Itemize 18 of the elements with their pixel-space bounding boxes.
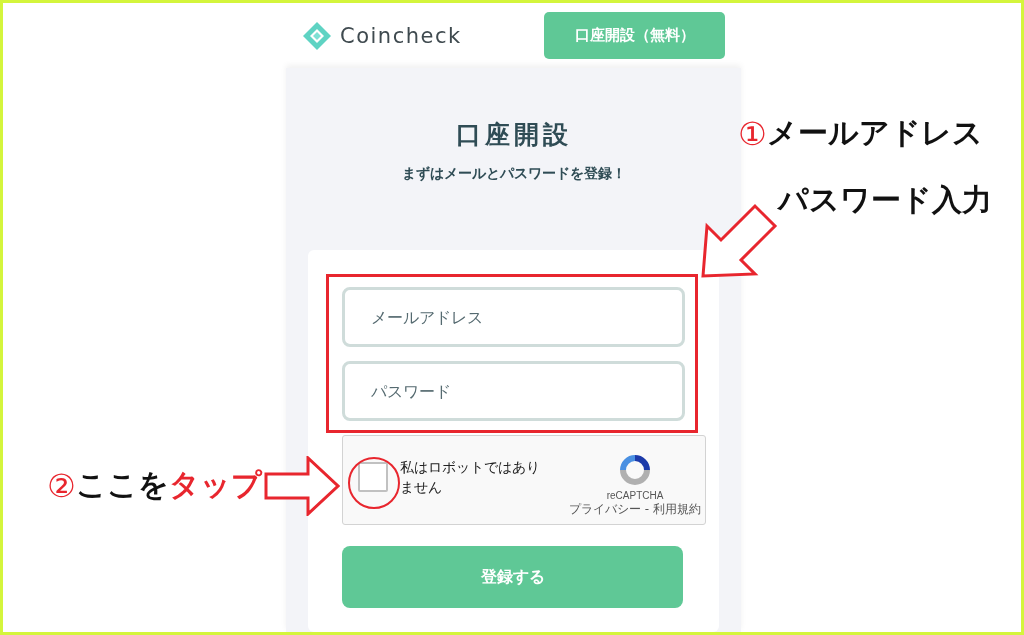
- annotation-text: ここをタップ: [75, 466, 262, 504]
- logo-text: Coincheck: [340, 23, 462, 48]
- privacy-terms-link[interactable]: プライバシー - 利用規約: [569, 502, 701, 517]
- annotation-text: メールアドレス: [766, 114, 983, 152]
- signup-button[interactable]: 口座開設（無料）: [544, 12, 725, 59]
- annotation-text: パスワード入力: [778, 181, 992, 219]
- captcha-label: 私はロボットではありません: [400, 457, 541, 497]
- page-subtitle: まずはメールとパスワードを登録！: [400, 165, 627, 183]
- captcha-checkbox[interactable]: [358, 462, 388, 492]
- step-marker: ②: [47, 466, 76, 505]
- step-marker: ①: [738, 114, 767, 153]
- input-field[interactable]: パスワード: [342, 361, 685, 421]
- highlight-circle: [348, 457, 400, 509]
- recaptcha-brand: reCAPTCHA: [606, 490, 664, 502]
- logo-icon: [302, 20, 332, 51]
- input-field[interactable]: メールアドレス: [342, 287, 685, 347]
- register-button[interactable]: 登録する: [342, 546, 683, 608]
- page-title: 口座開設: [454, 119, 573, 151]
